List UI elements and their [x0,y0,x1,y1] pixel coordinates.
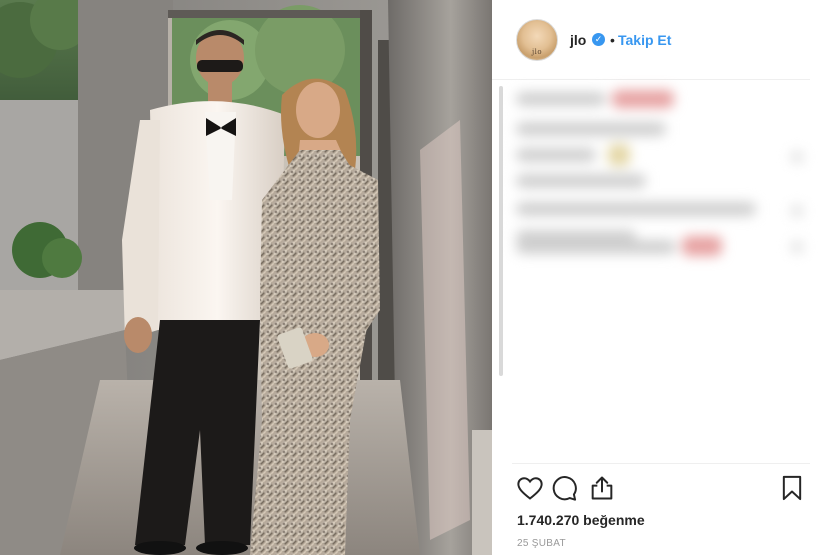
post-header: jlo jlo ✓ • Takip Et [492,0,810,80]
avatar-logo-text: jlo [531,48,543,56]
post-date[interactable]: 25 ŞUBAT [517,538,566,549]
share-upload-icon-glyph [591,476,613,500]
profile-avatar[interactable]: jlo [516,19,558,61]
blurred-caption-line [516,92,606,106]
blurred-emoji [608,144,630,166]
heart-icon[interactable] [516,474,544,502]
heart-icon-glyph [517,477,543,500]
blurred-comment-line [516,174,646,188]
blurred-heart-icon [790,240,804,254]
share-upload-icon[interactable] [588,474,616,502]
comments-scrollbar[interactable] [499,86,503,376]
post-side-panel: jlo jlo ✓ • Takip Et 1.740.270 beğenme 2… [492,0,831,555]
blurred-comments-area [512,84,810,462]
post-actions-bar [516,474,812,502]
blurred-comment-line [516,122,666,136]
likes-count[interactable]: 1.740.270 beğenme [517,512,645,528]
comment-bubble-icon[interactable] [550,474,578,502]
blurred-comment-line [516,240,676,254]
blurred-emoji [612,90,674,108]
blurred-heart-icon [790,150,804,164]
header-separator: • [610,32,615,48]
blurred-heart-icon [790,204,804,218]
comment-bubble-icon-glyph [552,476,577,501]
bookmark-icon-glyph [782,475,802,501]
blurred-comment-line [516,202,756,216]
post-photo[interactable] [0,0,492,555]
blurred-comment-line [516,148,596,162]
blurred-emoji [682,236,722,256]
bookmark-icon[interactable] [778,474,806,502]
actions-divider [512,463,810,464]
post-photo-illustration [0,0,492,555]
follow-button[interactable]: Takip Et [618,32,671,48]
username-link[interactable]: jlo [570,32,586,48]
verified-badge-icon: ✓ [592,33,605,46]
